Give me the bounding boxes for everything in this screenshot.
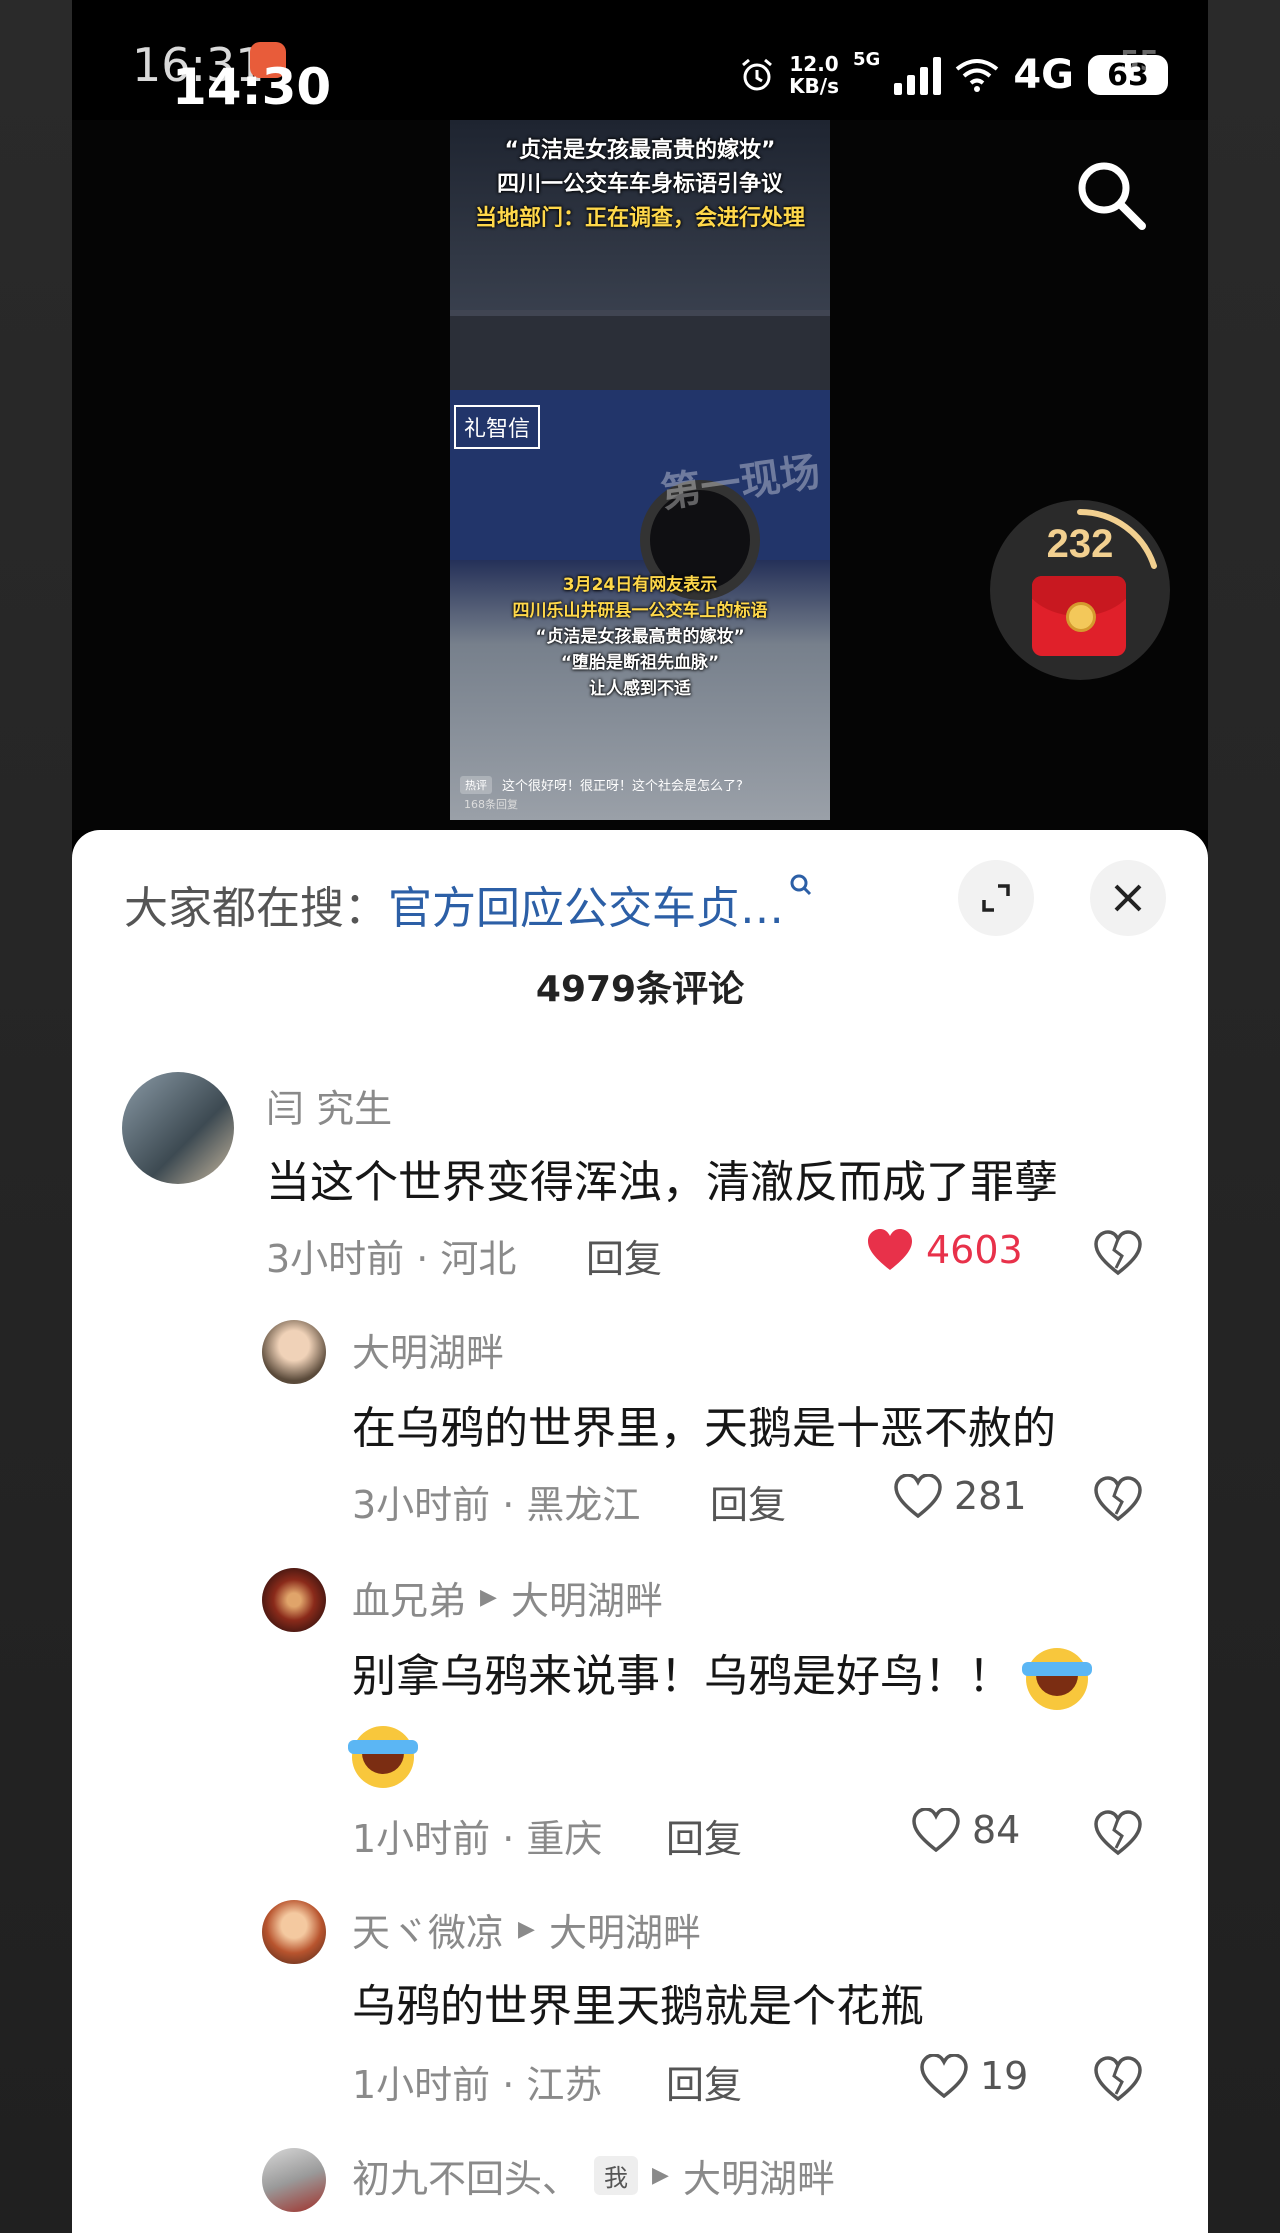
- like-button[interactable]: 84: [912, 1808, 1020, 1852]
- like-button[interactable]: 4603: [866, 1228, 1023, 1272]
- red-envelope-icon: [1032, 576, 1126, 656]
- video-hot-comment: 热评 这个很好呀！很正呀！这个社会是怎么了?: [460, 775, 820, 794]
- reply-button[interactable]: 回复: [710, 1474, 786, 1529]
- like-count: 84: [972, 1808, 1021, 1852]
- comment-username[interactable]: 天ヾ微凉 ▶ 大明湖畔: [352, 1902, 701, 1957]
- me-tag: 我: [594, 2156, 639, 2195]
- comment-meta: 1小时前 · 江苏: [352, 2063, 603, 2107]
- comment-meta: 3小时前 · 黑龙江: [352, 1483, 641, 1527]
- reply-arrow-icon: ▶: [652, 2163, 669, 2188]
- red-packet-widget[interactable]: 232: [990, 500, 1170, 680]
- wifi-icon: [956, 59, 999, 92]
- video-player[interactable]: 礼智信 第一现场 “贞洁是女孩最高贵的嫁妆” 四川一公交车车身标语引争议 当地部…: [72, 120, 1208, 830]
- caption-line-4: “堕胎是断祖先血脉”: [560, 653, 720, 673]
- heart-outline-icon: [912, 1808, 960, 1852]
- like-button[interactable]: 19: [920, 2054, 1028, 2098]
- reply-button[interactable]: 回复: [586, 1228, 662, 1283]
- bus-windows: [450, 310, 830, 390]
- like-count: 281: [954, 1474, 1027, 1518]
- comment-sheet: 大家都在搜：官方回应公交车贞… 4979条评论 闫 究生 当这个世界变得浑浊，清…: [72, 830, 1208, 2233]
- avatar[interactable]: [262, 2148, 326, 2212]
- avatar[interactable]: [122, 1072, 234, 1184]
- comment-text: 在乌鸦的世界里，天鹅是十恶不赦的: [352, 1403, 1056, 1454]
- signal-5g-tag: 5G: [853, 48, 881, 70]
- status-time: 14:30: [172, 58, 332, 116]
- comment-meta: 1小时前 · 重庆: [352, 1817, 603, 1861]
- like-count: 19: [980, 2054, 1029, 2098]
- caption-line-1: 3月24日有网友表示: [562, 575, 718, 595]
- search-icon[interactable]: [1066, 150, 1156, 240]
- comment-username[interactable]: 血兄弟 ▶ 大明湖畔: [352, 1570, 663, 1625]
- expand-button[interactable]: [958, 860, 1034, 936]
- reply-button[interactable]: 回复: [666, 1808, 742, 1863]
- headline-line-2: 四川一公交车车身标语引争议: [496, 172, 783, 197]
- video-reply-count: 168条回复: [464, 798, 518, 811]
- caption-line-3: “贞洁是女孩最高贵的嫁妆”: [535, 627, 745, 647]
- reply-arrow-icon: ▶: [480, 1585, 497, 1610]
- comment-text: 当这个世界变得浑浊，清澈反而成了罪孽: [266, 1157, 1058, 1208]
- battery-icon: 55 63: [1088, 44, 1168, 95]
- reply-button[interactable]: 回复: [666, 2054, 742, 2109]
- phone-screen: 16:31 14:30 12.0 KB/s 5G 4G 55 63 礼智信 第一…: [72, 0, 1208, 2233]
- comment-text: 别拿乌鸦来说事！乌鸦是好鸟！！: [348, 1638, 1208, 1794]
- video-headline: “贞洁是女孩最高贵的嫁妆” 四川一公交车车身标语引争议 当地部门：正在调查，会进…: [450, 134, 830, 236]
- red-packet-count: 232: [1046, 522, 1114, 566]
- comment-username[interactable]: 大明湖畔: [352, 1322, 504, 1377]
- comment-meta: 3小时前 · 河北: [266, 1237, 517, 1281]
- small-search-icon: [790, 874, 812, 896]
- network-type: 4G: [1013, 52, 1074, 98]
- heart-outline-icon: [920, 2054, 968, 2098]
- reply-target[interactable]: 大明湖畔: [683, 2148, 835, 2203]
- reply-target[interactable]: 大明湖畔: [549, 1902, 701, 1957]
- video-captions: 3月24日有网友表示 四川乐山井研县一公交车上的标语 “贞洁是女孩最高贵的嫁妆”…: [450, 572, 830, 702]
- caption-line-2: 四川乐山井研县一公交车上的标语: [512, 601, 768, 621]
- comment-text: 乌鸦的世界里天鹅就是个花瓶: [352, 1981, 924, 2032]
- status-bar: 16:31 14:30 12.0 KB/s 5G 4G 55 63: [72, 0, 1208, 120]
- bus-sign: 礼智信: [454, 405, 541, 449]
- headline-line-3: 当地部门：正在调查，会进行处理: [474, 206, 805, 231]
- crying-laughing-emoji: [1022, 1648, 1092, 1710]
- comment-username[interactable]: 初九不回头、 我 ▶ 大明湖畔: [352, 2148, 835, 2203]
- dislike-icon[interactable]: [1094, 1230, 1142, 1276]
- heart-outline-icon: [894, 1474, 942, 1518]
- headline-line-1: “贞洁是女孩最高贵的嫁妆”: [504, 138, 776, 163]
- expand-icon: [982, 884, 1010, 912]
- search-suggestion[interactable]: 大家都在搜：官方回应公交车贞…: [124, 872, 814, 936]
- like-button[interactable]: 281: [894, 1474, 1027, 1518]
- hot-comment-text: 这个很好呀！很正呀！这个社会是怎么了?: [502, 779, 743, 794]
- net-speed-value: 12.0: [789, 52, 839, 76]
- battery-ghost-level: 55: [1120, 44, 1159, 77]
- close-icon: [1114, 884, 1142, 912]
- comment-count-title: 4979条评论: [535, 969, 745, 1010]
- net-speed: 12.0 KB/s: [789, 53, 839, 97]
- comment-username[interactable]: 闫 究生: [266, 1078, 392, 1133]
- like-count: 4603: [926, 1228, 1023, 1272]
- avatar[interactable]: [262, 1320, 326, 1384]
- suggestion-prefix: 大家都在搜：: [124, 883, 388, 934]
- avatar[interactable]: [262, 1900, 326, 1964]
- heart-filled-icon: [868, 1229, 912, 1270]
- reply-target[interactable]: 大明湖畔: [511, 1570, 663, 1625]
- reply-arrow-icon: ▶: [518, 1917, 535, 1942]
- close-button[interactable]: [1090, 860, 1166, 936]
- avatar[interactable]: [262, 1568, 326, 1632]
- crying-laughing-emoji: [348, 1726, 418, 1788]
- caption-line-5: 让人感到不适: [589, 679, 691, 699]
- alarm-icon: [742, 58, 773, 91]
- dislike-icon[interactable]: [1094, 1810, 1142, 1856]
- net-speed-unit: KB/s: [789, 74, 840, 98]
- dislike-icon[interactable]: [1094, 2056, 1142, 2102]
- hot-comment-tag: 热评: [460, 775, 492, 794]
- signal-bars-icon: [894, 55, 942, 95]
- dislike-icon[interactable]: [1094, 1476, 1142, 1522]
- video-frame[interactable]: 礼智信 第一现场 “贞洁是女孩最高贵的嫁妆” 四川一公交车车身标语引争议 当地部…: [450, 120, 830, 820]
- status-icons: 12.0 KB/s 5G 4G 55 63: [739, 40, 1168, 110]
- suggestion-query-link[interactable]: 官方回应公交车贞…: [388, 883, 784, 934]
